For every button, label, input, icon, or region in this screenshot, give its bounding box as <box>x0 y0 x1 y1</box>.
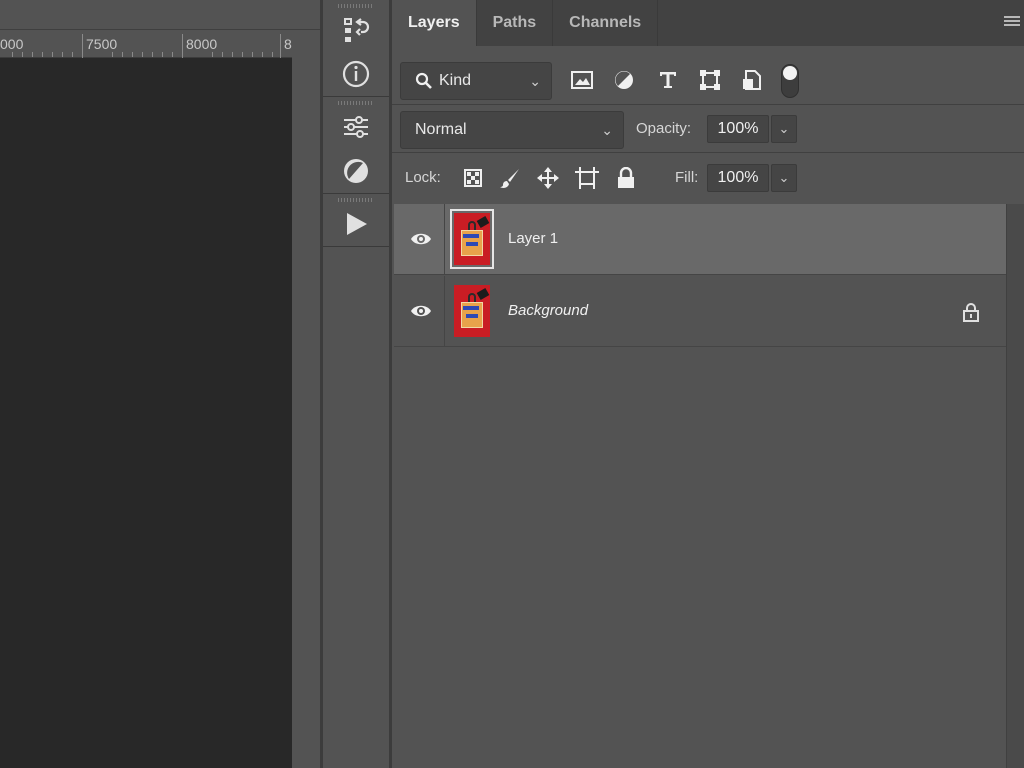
ruler-minor-tick <box>52 52 53 57</box>
visibility-column-divider <box>444 204 445 275</box>
opacity-dropdown-button[interactable]: ⌄ <box>771 115 797 143</box>
history-panel-button[interactable] <box>323 8 389 52</box>
adjustments-panel-button[interactable] <box>323 149 389 193</box>
lock-position-icon[interactable] <box>535 165 561 191</box>
layer-thumbnail[interactable] <box>450 209 494 269</box>
lock-transparent-pixels-icon[interactable] <box>460 165 486 191</box>
opacity-label: Opacity: <box>636 120 692 137</box>
ruler-minor-tick <box>272 52 273 57</box>
adjustment-layer-filter-icon[interactable] <box>610 66 638 94</box>
dock-group-actions <box>323 198 389 247</box>
layer-row-background[interactable]: Background <box>394 276 1006 347</box>
ruler-minor-tick <box>32 52 33 57</box>
ruler-label: 8 <box>284 36 292 52</box>
thumbnail-image <box>454 285 490 337</box>
visibility-column-divider <box>444 276 445 347</box>
layer-thumbnail[interactable] <box>450 281 494 341</box>
ruler-minor-tick <box>22 52 23 57</box>
ruler-minor-tick <box>222 52 223 57</box>
eye-visibility-icon[interactable] <box>410 230 432 248</box>
ruler-minor-tick <box>172 52 173 57</box>
panel-menu-icon[interactable] <box>1004 16 1020 28</box>
panel-dock <box>320 0 392 768</box>
history-icon <box>341 15 371 45</box>
tab-layers[interactable]: Layers <box>392 0 477 46</box>
layer-name[interactable]: Layer 1 <box>508 230 558 247</box>
ruler-minor-tick <box>152 52 153 57</box>
blend-mode-select[interactable]: Normal ⌄ <box>400 111 624 149</box>
info-panel-button[interactable] <box>323 52 389 96</box>
chevron-down-icon: ⌄ <box>529 73 541 89</box>
tab-channels[interactable]: Channels <box>553 0 659 46</box>
ruler-minor-tick <box>42 52 43 57</box>
fill-field[interactable]: 100% <box>707 164 769 192</box>
panel-tab-bar: Layers Paths Channels <box>392 0 1024 46</box>
vertical-scroll-area <box>292 58 320 768</box>
ruler-minor-tick <box>112 52 113 57</box>
ruler-minor-tick <box>142 52 143 57</box>
ruler-minor-tick <box>212 52 213 57</box>
tab-paths[interactable]: Paths <box>477 0 554 46</box>
smart-object-filter-icon[interactable] <box>738 66 766 94</box>
ruler-minor-tick <box>72 52 73 57</box>
layer-lock-icon <box>962 302 980 322</box>
opacity-field[interactable]: 100% <box>707 115 769 143</box>
ruler-minor-tick <box>12 52 13 57</box>
fill-label: Fill: <box>675 169 699 186</box>
pixel-layer-filter-icon[interactable] <box>568 66 596 94</box>
canvas-top-bar <box>0 0 320 30</box>
ruler-major-tick <box>182 34 183 58</box>
info-icon <box>341 59 371 89</box>
ruler-minor-tick <box>132 52 133 57</box>
search-icon <box>415 72 433 95</box>
horizontal-ruler[interactable]: 000 7500 8000 8 <box>0 30 292 58</box>
chevron-down-icon: ⌄ <box>601 122 613 138</box>
lock-image-pixels-icon[interactable] <box>497 165 523 191</box>
ruler-minor-tick <box>162 52 163 57</box>
eye-visibility-icon[interactable] <box>410 302 432 320</box>
fill-dropdown-button[interactable]: ⌄ <box>771 164 797 192</box>
document-canvas[interactable] <box>0 58 292 768</box>
ruler-label: 000 <box>0 36 24 52</box>
actions-play-icon <box>341 209 371 239</box>
ruler-label: 8000 <box>186 36 218 52</box>
ruler-minor-tick <box>252 52 253 57</box>
canvas-area: 000 7500 8000 8 <box>0 0 320 768</box>
ruler-minor-tick <box>242 52 243 57</box>
dock-group-history <box>323 4 389 97</box>
properties-panel-button[interactable] <box>323 105 389 149</box>
filter-kind-select[interactable]: Kind ⌄ <box>400 62 552 100</box>
panel-divider <box>392 152 1024 153</box>
ruler-minor-tick <box>232 52 233 57</box>
layer-name[interactable]: Background <box>508 302 588 319</box>
ruler-minor-tick <box>122 52 123 57</box>
toggle-knob <box>783 66 797 80</box>
layers-panel: Layers Paths Channels Kind ⌄ Normal ⌄ Op… <box>392 0 1024 768</box>
layer-row-layer-1[interactable]: Layer 1 <box>394 204 1006 275</box>
dock-group-properties <box>323 101 389 194</box>
type-layer-filter-icon[interactable] <box>654 66 682 94</box>
blend-mode-label: Normal <box>415 121 467 138</box>
panel-divider <box>392 104 1024 105</box>
layers-list: Layer 1 Background <box>394 204 1006 768</box>
ruler-major-tick <box>82 34 83 58</box>
ruler-minor-tick <box>62 52 63 57</box>
shape-layer-filter-icon[interactable] <box>696 66 724 94</box>
lock-artboard-icon[interactable] <box>574 165 600 191</box>
filter-toggle-switch[interactable] <box>781 64 799 98</box>
ruler-label: 7500 <box>86 36 118 52</box>
properties-icon <box>341 112 371 142</box>
layers-scrollbar[interactable] <box>1006 204 1024 768</box>
lock-all-icon[interactable] <box>613 165 639 191</box>
lock-label: Lock: <box>405 169 441 186</box>
ruler-minor-tick <box>262 52 263 57</box>
adjustments-icon <box>341 156 371 186</box>
actions-panel-button[interactable] <box>323 202 389 246</box>
filter-kind-label: Kind <box>439 72 472 89</box>
ruler-major-tick <box>280 34 281 58</box>
thumbnail-image <box>454 213 490 265</box>
